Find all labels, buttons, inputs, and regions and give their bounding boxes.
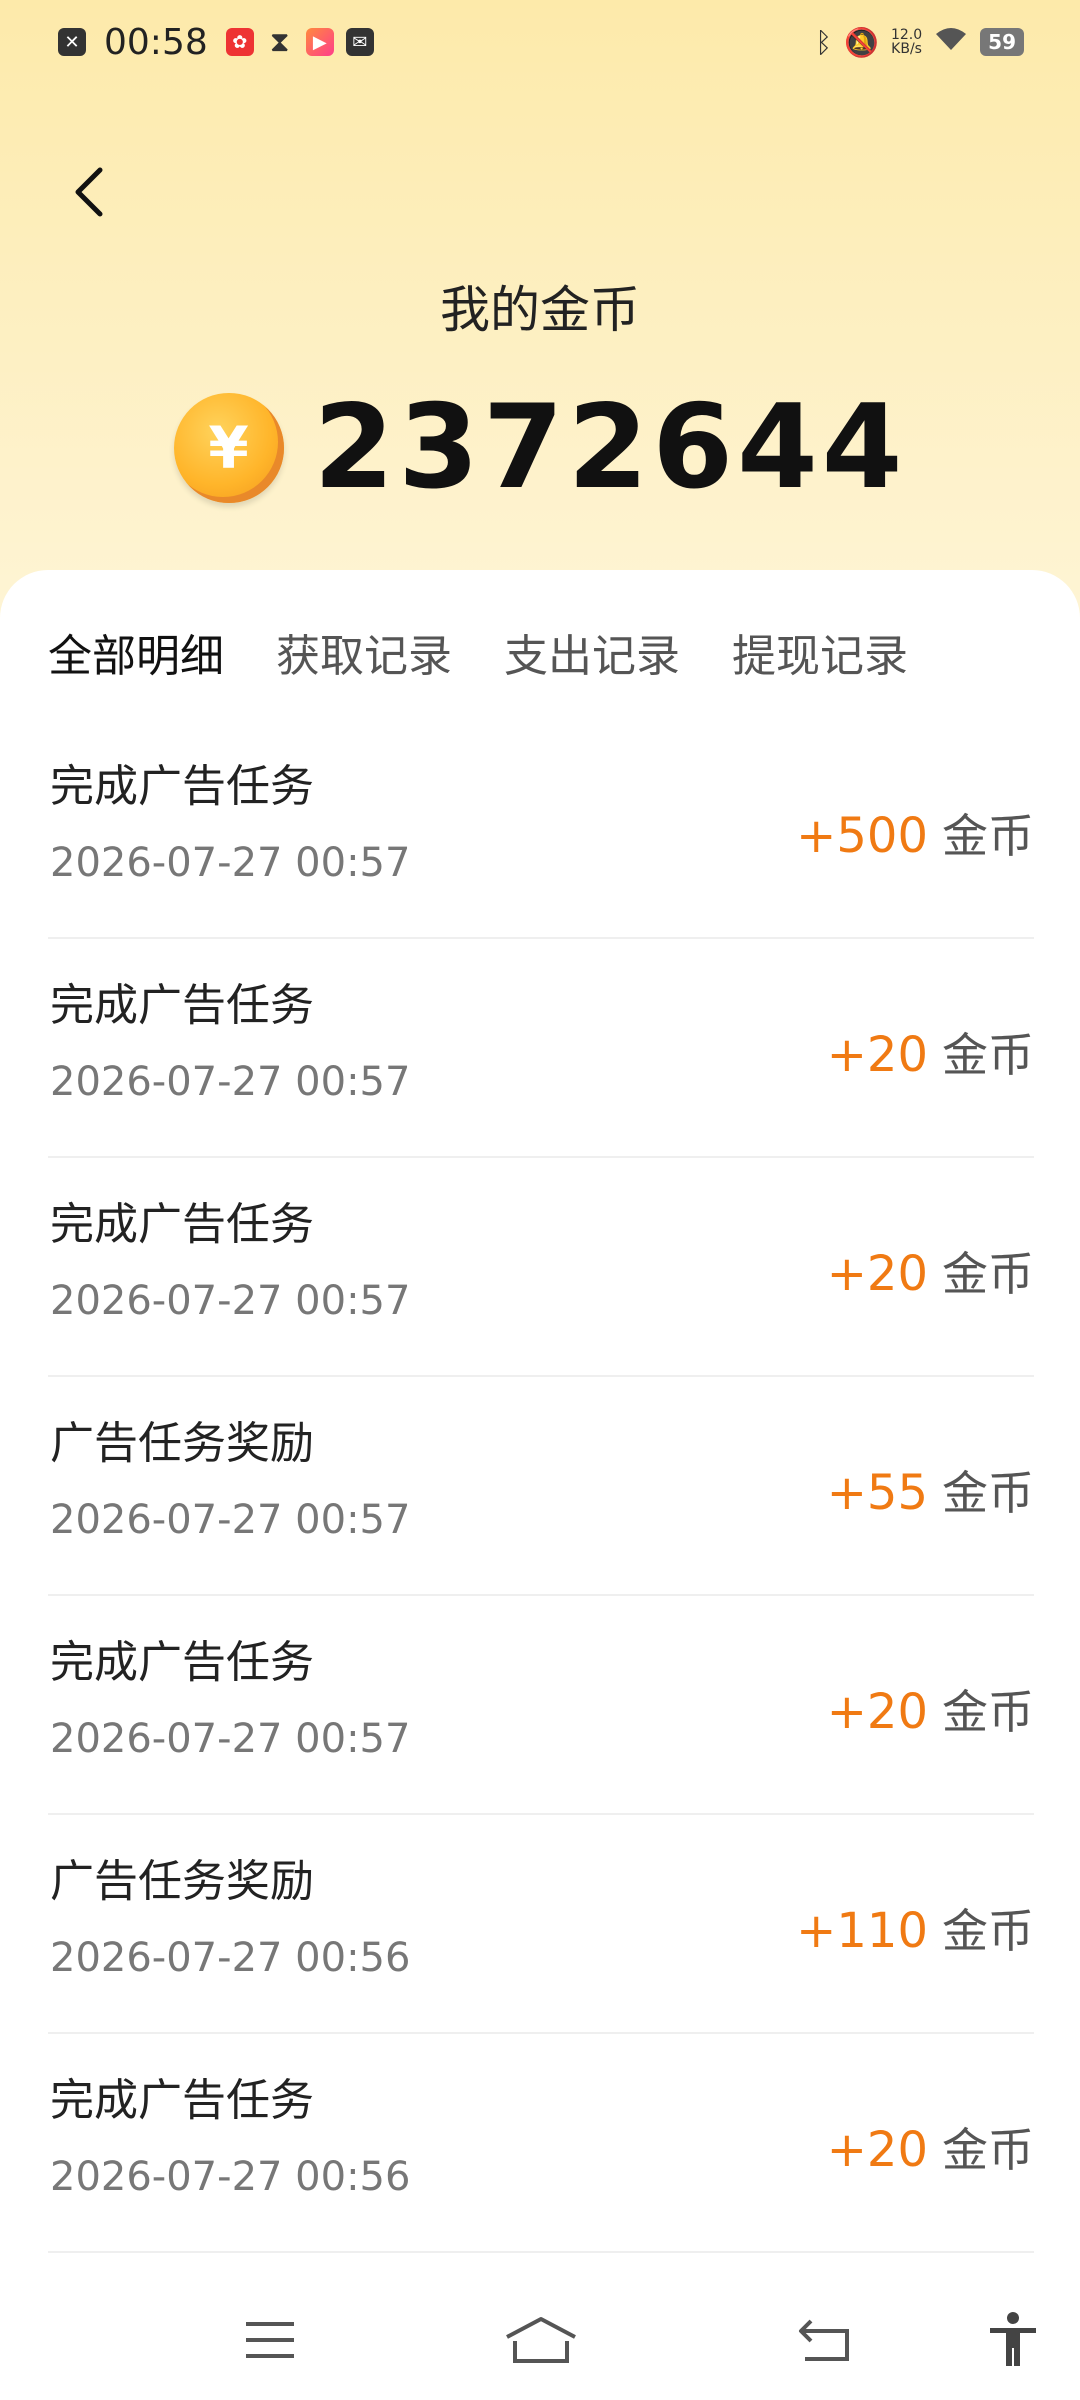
status-time: 00:58 <box>104 21 208 63</box>
coin-details-page: ✕ 00:58 ✿ ⧗ ▶ ✉ ᛒ 🔕 12.0 KB/s 59 我的金币 ¥ <box>0 0 1080 2400</box>
list-item[interactable]: 广告任务奖励 2026-07-27 00:57 +55 金币 <box>48 1377 1034 1596</box>
record-amount: +55 <box>826 1465 928 1521</box>
home-icon <box>506 2317 576 2363</box>
records-list: 完成广告任务 2026-07-27 00:57 +500 金币 完成广告任务 2… <box>48 720 1034 2253</box>
record-time: 2026-07-27 00:56 <box>50 1935 411 1981</box>
record-amount: +20 <box>826 1246 928 1302</box>
list-item[interactable]: 完成广告任务 2026-07-27 00:57 +20 金币 <box>48 939 1034 1158</box>
back-chevron-icon <box>75 167 103 217</box>
network-speed-unit: KB/s <box>891 41 922 57</box>
record-title: 完成广告任务 <box>50 1637 314 1688</box>
hourglass-icon: ⧗ <box>269 25 290 58</box>
accessibility-icon <box>990 2312 1036 2366</box>
wifi-icon <box>934 26 968 59</box>
system-nav-bar <box>0 2280 1080 2400</box>
record-time: 2026-07-27 00:57 <box>50 1716 411 1762</box>
balance-row: ¥ 2372644 <box>0 380 1080 515</box>
message-app-icon: ✉ <box>345 28 374 56</box>
record-amount-group: +20 金币 <box>827 1019 1034 1085</box>
tab-withdraw-records[interactable]: 提现记录 <box>732 620 908 684</box>
system-back-button[interactable] <box>780 2295 870 2385</box>
record-amount: +500 <box>796 808 928 864</box>
record-title: 广告任务奖励 <box>50 1856 314 1907</box>
record-time: 2026-07-27 00:56 <box>50 2154 411 2200</box>
app-notification-icon: ✿ <box>225 28 254 56</box>
coin-yen-icon: ¥ <box>173 392 284 503</box>
record-amount: +110 <box>796 1903 928 1959</box>
record-title: 广告任务奖励 <box>50 1418 314 1469</box>
record-unit: 金币 <box>942 2123 1034 2177</box>
record-time: 2026-07-27 00:57 <box>50 1497 411 1543</box>
list-item[interactable]: 完成广告任务 2026-07-27 00:57 +20 金币 <box>48 1158 1034 1377</box>
record-amount: +20 <box>826 2122 928 2178</box>
home-button[interactable] <box>496 2295 586 2385</box>
record-unit: 金币 <box>942 809 1034 863</box>
back-icon <box>799 2319 849 2361</box>
record-unit: 金币 <box>942 1904 1034 1958</box>
menu-icon <box>246 2322 294 2358</box>
tab-all-details[interactable]: 全部明细 <box>48 620 224 684</box>
bluetooth-icon: ᛒ <box>815 25 833 59</box>
accessibility-button[interactable] <box>968 2295 1058 2385</box>
record-amount-group: +500 金币 <box>796 800 1034 866</box>
list-item[interactable]: 完成广告任务 2026-07-27 00:56 +20 金币 <box>48 2034 1034 2253</box>
record-amount: +20 <box>826 1684 928 1740</box>
record-time: 2026-07-27 00:57 <box>50 1278 411 1324</box>
coin-balance: 2372644 <box>313 380 907 515</box>
records-tabs: 全部明细 获取记录 支出记录 提现记录 <box>48 620 908 684</box>
record-time: 2026-07-27 00:57 <box>50 840 411 886</box>
network-speed: 12.0 KB/s <box>891 28 922 56</box>
record-unit: 金币 <box>942 1685 1034 1739</box>
record-title: 完成广告任务 <box>50 1199 314 1250</box>
back-button[interactable] <box>62 158 116 226</box>
record-amount: +20 <box>826 1027 928 1083</box>
record-amount-group: +20 金币 <box>827 1676 1034 1742</box>
record-amount-group: +110 金币 <box>796 1895 1034 1961</box>
record-title: 完成广告任务 <box>50 980 314 1031</box>
record-amount-group: +55 金币 <box>827 1457 1034 1523</box>
notification-close-icon: ✕ <box>58 28 86 56</box>
mute-bell-icon: 🔕 <box>844 25 879 59</box>
tab-spend-records[interactable]: 支出记录 <box>504 620 680 684</box>
record-unit: 金币 <box>942 1466 1034 1520</box>
video-app-icon: ▶ <box>305 28 334 56</box>
battery-indicator: 59 <box>980 28 1024 56</box>
record-amount-group: +20 金币 <box>827 1238 1034 1304</box>
list-item[interactable]: 完成广告任务 2026-07-27 00:57 +500 金币 <box>48 720 1034 939</box>
list-item[interactable]: 完成广告任务 2026-07-27 00:57 +20 金币 <box>48 1596 1034 1815</box>
record-time: 2026-07-27 00:57 <box>50 1059 411 1105</box>
record-unit: 金币 <box>942 1247 1034 1301</box>
status-left: ✕ 00:58 ✿ ⧗ ▶ ✉ <box>58 22 374 63</box>
record-title: 完成广告任务 <box>50 761 314 812</box>
record-amount-group: +20 金币 <box>827 2114 1034 2180</box>
tab-earn-records[interactable]: 获取记录 <box>276 620 452 684</box>
page-title: 我的金币 <box>440 281 640 339</box>
list-item[interactable]: 广告任务奖励 2026-07-27 00:56 +110 金币 <box>48 1815 1034 2034</box>
records-card: 全部明细 获取记录 支出记录 提现记录 完成广告任务 2026-07-27 00… <box>0 570 1080 2400</box>
record-unit: 金币 <box>942 1028 1034 1082</box>
menu-button[interactable] <box>225 2295 315 2385</box>
record-title: 完成广告任务 <box>50 2075 314 2126</box>
status-bar: ✕ 00:58 ✿ ⧗ ▶ ✉ ᛒ 🔕 12.0 KB/s 59 <box>0 0 1080 84</box>
status-right: ᛒ 🔕 12.0 KB/s 59 <box>815 26 1024 59</box>
